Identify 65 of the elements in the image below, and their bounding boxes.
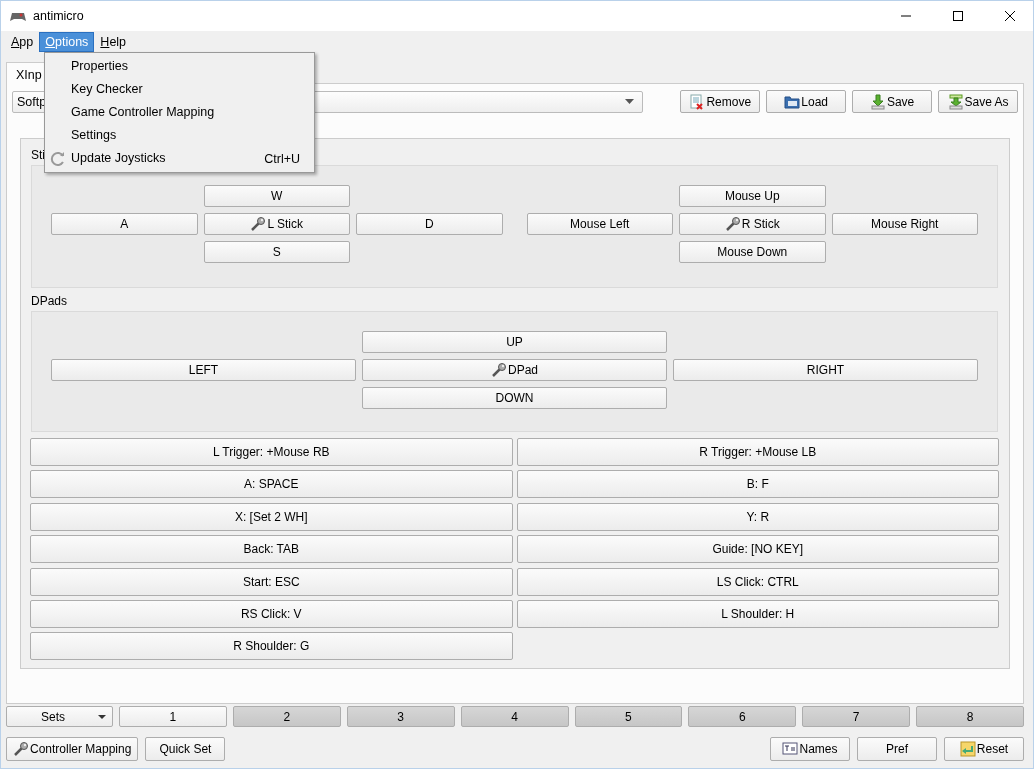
mapping-button[interactable]: Y: R bbox=[516, 502, 999, 531]
footer-button[interactable]: Controller Mapping bbox=[6, 737, 139, 761]
set-button[interactable]: 3 bbox=[346, 706, 455, 727]
download-icon bbox=[869, 93, 886, 110]
mapping-button[interactable]: Guide: [NO KEY] bbox=[516, 535, 999, 564]
mapping-button[interactable]: R Trigger: +Mouse LB bbox=[516, 438, 999, 466]
document-delete-icon bbox=[689, 93, 706, 110]
mapping-button[interactable]: Mouse Right bbox=[831, 213, 978, 235]
refresh-icon bbox=[50, 151, 66, 167]
set-button[interactable]: 7 bbox=[802, 706, 911, 727]
maximize-icon bbox=[953, 11, 963, 21]
download-icon bbox=[947, 93, 964, 110]
mapping-button[interactable]: UP bbox=[362, 331, 667, 353]
mapping-button[interactable]: S bbox=[203, 241, 350, 263]
menu-entry[interactable]: Properties bbox=[45, 55, 314, 78]
toolbar-button[interactable]: Save As bbox=[938, 90, 1018, 113]
mapping-button[interactable]: R Shoulder: G bbox=[30, 632, 513, 661]
set-button[interactable]: 6 bbox=[688, 706, 797, 727]
mapping-button[interactable]: D bbox=[356, 213, 503, 235]
stick-button[interactable]: DPad bbox=[362, 359, 667, 381]
mapping-button[interactable]: Mouse Left bbox=[526, 213, 673, 235]
stick-button[interactable]: R Stick bbox=[679, 213, 826, 235]
footer-button[interactable]: Quick Set bbox=[145, 737, 226, 761]
mapping-button[interactable]: Mouse Up bbox=[679, 185, 826, 207]
set-button[interactable]: 1 bbox=[119, 706, 227, 727]
mapping-button[interactable]: A: SPACE bbox=[30, 470, 513, 499]
shortcut-text: Ctrl+U bbox=[264, 151, 300, 166]
set-button[interactable]: 4 bbox=[460, 706, 569, 727]
mapping-button[interactable]: LEFT bbox=[51, 359, 356, 381]
mapping-button[interactable]: Mouse Down bbox=[679, 241, 826, 263]
set-button[interactable]: 8 bbox=[916, 706, 1024, 727]
caret-icon bbox=[98, 714, 106, 719]
menu-item[interactable]: App bbox=[5, 31, 40, 52]
mapping-button[interactable]: LS Click: CTRL bbox=[516, 567, 999, 596]
text-field-icon bbox=[782, 741, 799, 757]
sets-dropdown[interactable]: Sets bbox=[6, 706, 113, 727]
mapping-button[interactable]: A bbox=[51, 213, 198, 235]
menu-entry[interactable]: Update Joysticks Ctrl+U bbox=[45, 147, 314, 170]
caret-icon bbox=[625, 99, 635, 104]
footer-button[interactable]: Names bbox=[770, 737, 850, 761]
set-button[interactable]: 2 bbox=[232, 706, 341, 727]
footer-button[interactable]: Pref bbox=[857, 737, 937, 761]
mapping-button[interactable]: B: F bbox=[516, 470, 999, 499]
window-title: antimicro bbox=[33, 9, 85, 23]
mapping-button[interactable]: W bbox=[203, 185, 350, 207]
mapping-button[interactable]: RIGHT bbox=[673, 359, 978, 381]
toolbar-button[interactable]: Remove bbox=[680, 90, 761, 113]
toolbar-button[interactable]: Save bbox=[852, 90, 933, 113]
stick-button[interactable]: L Stick bbox=[203, 213, 350, 235]
mapping-button[interactable]: DOWN bbox=[362, 387, 667, 409]
menu-entry[interactable]: Settings bbox=[45, 124, 314, 147]
mapping-button[interactable]: L Trigger: +Mouse RB bbox=[30, 438, 513, 466]
close-icon bbox=[1005, 11, 1015, 21]
set-button[interactable]: 5 bbox=[574, 706, 683, 727]
section-label: Sti bbox=[31, 148, 45, 162]
mapping-button[interactable]: RS Click: V bbox=[30, 599, 513, 628]
mapping-button[interactable]: Back: TAB bbox=[30, 535, 513, 564]
mapping-button[interactable]: Start: ESC bbox=[30, 567, 513, 596]
mapping-button[interactable]: X: [Set 2 WH] bbox=[30, 502, 513, 531]
section-label: DPads bbox=[31, 294, 68, 308]
toolbar-button[interactable]: Load bbox=[766, 90, 847, 113]
menu-item[interactable]: Help bbox=[94, 31, 133, 52]
mapping-button[interactable]: L Shoulder: H bbox=[516, 599, 999, 628]
footer-button[interactable]: Reset bbox=[944, 737, 1024, 761]
folder-icon bbox=[784, 93, 801, 110]
